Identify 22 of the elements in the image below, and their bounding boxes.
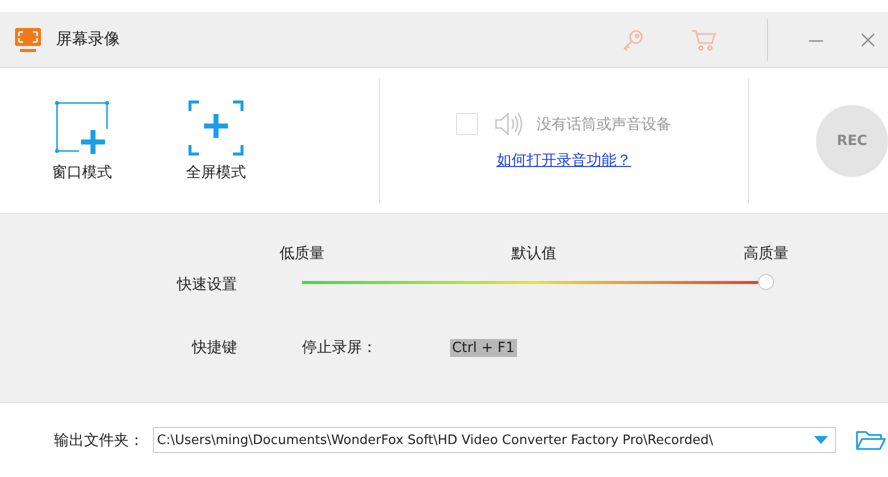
quick-settings-label: 快速设置 (176, 275, 237, 294)
audio-checkbox[interactable] (456, 113, 478, 135)
mode-button[interactable]: 全屏模式 (186, 99, 246, 182)
hotkey-field[interactable]: Ctrl + F1 (450, 338, 517, 356)
output-path-field[interactable]: C:\Users\ming\Documents\WonderFox Soft\HD Video Converter Factory Pro\Recorded\ (153, 427, 836, 453)
tick-label: 低质量 (280, 244, 324, 263)
audio-device-label: 没有话筒或声音设备 (536, 114, 672, 134)
screen-icon (14, 26, 42, 52)
hotkey-action: 停止录屏： (302, 338, 378, 357)
speaker-icon (494, 111, 524, 137)
window-title: 屏幕录像 (56, 29, 120, 50)
tick-label: 默认值 (512, 244, 556, 263)
output-folder-label: 输出文件夹： (54, 430, 145, 450)
cart-icon[interactable] (691, 28, 717, 52)
help-link[interactable]: 如何打开录音功能？ (496, 151, 632, 170)
folder-icon[interactable] (856, 429, 886, 451)
tick-label: 高质量 (744, 244, 788, 263)
hotkey-label: 快捷键 (190, 338, 237, 357)
key-icon[interactable] (621, 28, 645, 52)
dropdown-arrow-icon[interactable] (814, 436, 828, 444)
close-icon[interactable] (860, 32, 876, 48)
mode-button[interactable]: 窗口模式 (52, 99, 112, 182)
